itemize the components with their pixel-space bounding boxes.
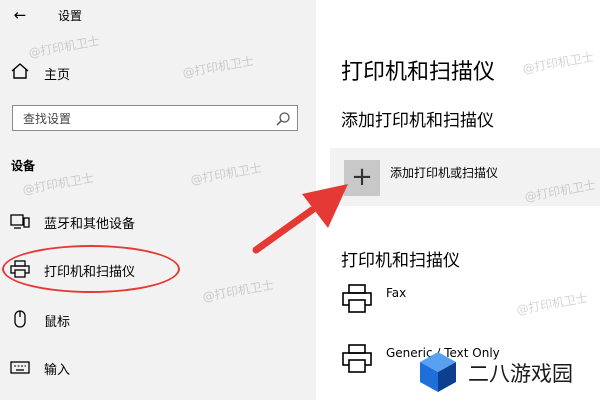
section-title-devices: 设备 xyxy=(11,159,36,173)
sidebar-item-home[interactable]: 主页 xyxy=(44,64,70,83)
page-title: 打印机和扫描仪 xyxy=(341,60,496,85)
printer-item-fax[interactable]: Fax xyxy=(340,282,600,328)
site-logo: 二八游戏园 xyxy=(412,348,598,398)
arrow-annotation xyxy=(252,184,348,254)
mouse-icon xyxy=(14,310,26,328)
add-printer-label: 添加打印机或扫描仪 xyxy=(390,166,499,180)
keyboard-icon xyxy=(10,361,30,374)
home-icon xyxy=(11,63,29,79)
sidebar-item-label: 鼠标 xyxy=(44,315,71,330)
search-input[interactable]: 查找设置 xyxy=(12,105,298,131)
printer-icon xyxy=(342,284,372,313)
highlight-annotation xyxy=(2,245,180,293)
sidebar-item-mouse[interactable]: 鼠标 xyxy=(0,302,316,336)
back-arrow-icon[interactable]: ← xyxy=(8,4,32,26)
sidebar-item-input[interactable]: 输入 xyxy=(0,350,316,384)
printer-icon xyxy=(342,344,372,373)
search-icon[interactable] xyxy=(275,111,291,127)
window-title: 设置 xyxy=(58,9,83,23)
printer-name: Fax xyxy=(386,286,407,300)
add-printer-button[interactable]: + 添加打印机或扫描仪 xyxy=(330,148,600,206)
sidebar-item-label: 蓝牙和其他设备 xyxy=(44,217,136,232)
add-section-title: 添加打印机和扫描仪 xyxy=(341,111,494,131)
sidebar-item-label: 输入 xyxy=(44,363,71,378)
cube-logo-icon xyxy=(420,352,456,392)
bluetooth-devices-icon xyxy=(10,214,30,229)
logo-text: 二八游戏园 xyxy=(468,362,573,386)
search-placeholder: 查找设置 xyxy=(23,112,72,126)
